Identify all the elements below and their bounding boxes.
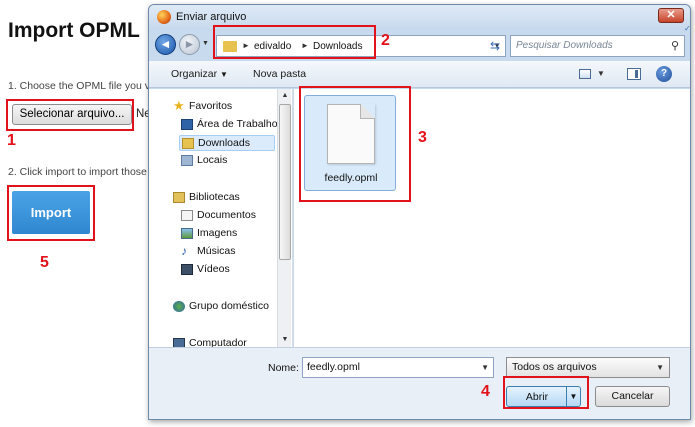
navigation-pane: ★ Favoritos Área de Trabalho Downloads L… [149, 89, 293, 347]
file-type-value: Todos os arquivos [512, 361, 597, 373]
scroll-down-icon[interactable]: ▼ [278, 333, 292, 347]
libraries-icon [173, 192, 185, 203]
chevron-down-icon: ▼ [656, 363, 664, 372]
star-icon: ★ [173, 98, 185, 113]
annotation-number: 3 [418, 129, 427, 146]
nav-label: Computador [189, 337, 247, 347]
nav-label: Grupo doméstico [189, 300, 269, 312]
nav-item-downloads[interactable]: Downloads [179, 135, 275, 151]
background-page-chevron-icon: ✓ [684, 24, 691, 33]
nav-label: Vídeos [197, 263, 230, 275]
step-1-instruction: 1. Choose the OPML file you v [8, 80, 151, 92]
nav-label: Imagens [197, 227, 238, 239]
nav-scrollbar[interactable]: ▲ ▼ [277, 89, 291, 347]
images-icon [181, 228, 193, 239]
chevron-down-icon[interactable]: ▼ [481, 363, 489, 372]
scroll-thumb[interactable] [279, 104, 291, 260]
page-title: Import OPML [8, 19, 140, 42]
nav-label: Locais [197, 154, 228, 166]
nav-label: Área de Trabalho [197, 118, 278, 130]
homegroup-icon [173, 301, 185, 312]
chevron-down-icon: ▼ [220, 70, 228, 79]
search-placeholder: Pesquisar Downloads [516, 40, 613, 51]
step-2-instruction: 2. Click import to import those [8, 166, 147, 178]
dialog-toolbar: Organizar ▼ Nova pasta ▼ ? [149, 61, 690, 88]
file-upload-dialog: Enviar arquivo ✕ ◄ ► ▼ ► edivaldo ► Down… [148, 4, 691, 420]
highlight-select-file [6, 99, 134, 131]
file-name-input[interactable]: feedly.opml ▼ [302, 357, 494, 378]
scroll-up-icon[interactable]: ▲ [278, 89, 292, 103]
view-dropdown-icon[interactable]: ▼ [597, 69, 605, 78]
videos-icon [181, 264, 193, 275]
documents-icon [181, 210, 193, 221]
highlight-file [299, 86, 411, 202]
annotation-number: 5 [40, 254, 49, 271]
nav-label: Favoritos [189, 100, 233, 112]
recent-locations-dropdown-icon[interactable]: ▼ [202, 40, 209, 47]
nav-label: Downloads [198, 137, 250, 149]
organize-label: Organizar [171, 68, 218, 80]
annotation-number: 1 [7, 132, 16, 149]
dialog-title: Enviar arquivo [176, 11, 247, 23]
dialog-footer: Nome: feedly.opml ▼ Todos os arquivos ▼ … [149, 347, 690, 419]
places-icon [181, 155, 193, 166]
downloads-folder-icon [182, 138, 194, 149]
file-type-select[interactable]: Todos os arquivos ▼ [506, 357, 670, 378]
firefox-icon [157, 10, 171, 24]
nav-label: Bibliotecas [189, 191, 240, 203]
cancel-button[interactable]: Cancelar [595, 386, 670, 407]
music-icon: ♪ [181, 244, 187, 258]
new-folder-button[interactable]: Nova pasta [253, 68, 306, 80]
search-icon[interactable]: ⚲ [671, 39, 679, 52]
refresh-icon[interactable]: ⇆ [485, 35, 505, 57]
computer-icon [173, 338, 185, 347]
change-view-icon[interactable] [579, 69, 591, 79]
nav-label: Documentos [197, 209, 256, 221]
organize-menu[interactable]: Organizar ▼ [171, 68, 228, 80]
preview-pane-icon[interactable] [627, 68, 641, 80]
highlight-address-bar [213, 25, 376, 59]
nav-label: Músicas [197, 245, 236, 257]
annotation-number: 4 [481, 383, 490, 400]
annotation-number: 2 [381, 32, 390, 49]
desktop-icon [181, 119, 193, 130]
close-button[interactable]: ✕ [658, 8, 684, 23]
search-input[interactable]: Pesquisar Downloads ⚲ [510, 35, 685, 57]
back-button[interactable]: ◄ [155, 34, 176, 55]
help-icon[interactable]: ? [656, 66, 672, 82]
highlight-import-button [7, 185, 95, 241]
file-name-value: feedly.opml [307, 361, 360, 373]
file-name-label: Nome: [268, 362, 299, 374]
forward-button[interactable]: ► [179, 34, 200, 55]
screenshot: Import OPML 1. Choose the OPML file you … [0, 0, 695, 427]
highlight-open-button [503, 376, 589, 409]
